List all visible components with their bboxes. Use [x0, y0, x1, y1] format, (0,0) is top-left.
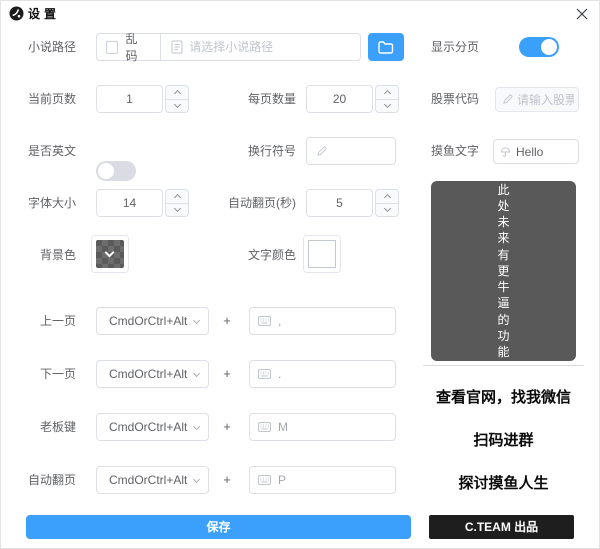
document-icon [171, 40, 183, 54]
next-page-modifier-select[interactable]: CmdOrCtrl+Alt [96, 360, 209, 388]
window-title: 设置 [28, 7, 61, 21]
chevron-down-icon [104, 247, 115, 258]
page-size-input[interactable] [306, 85, 373, 113]
font-size-label: 字体大小 [27, 196, 76, 210]
garbled-label: 乱码 [125, 32, 138, 63]
novel-path-label: 小说路径 [27, 40, 76, 54]
brand-button[interactable]: C.TEAM 出品 [429, 515, 574, 539]
prev-page-label: 上一页 [39, 314, 76, 328]
newline-symbol-field[interactable] [306, 137, 396, 165]
page-size-stepper[interactable] [375, 85, 399, 113]
transparency-checker-swatch [96, 240, 124, 268]
chevron-up-icon[interactable] [166, 86, 188, 100]
newline-symbol-input[interactable] [331, 144, 389, 158]
chevron-down-icon [192, 316, 201, 324]
keyboard-icon [258, 316, 271, 326]
boss-key-label: 老板键 [39, 420, 76, 434]
font-size-stepper[interactable] [165, 189, 189, 217]
stock-code-label: 股票代码 [431, 92, 480, 106]
auto-flip-seconds-input[interactable] [306, 189, 373, 217]
close-icon[interactable] [571, 4, 593, 24]
next-page-label: 下一页 [39, 367, 76, 381]
chevron-down-icon [192, 475, 201, 483]
next-page-key-field[interactable] [249, 360, 396, 388]
current-page-input[interactable] [96, 85, 163, 113]
is-english-toggle[interactable] [96, 161, 136, 181]
plus-separator: + [223, 472, 231, 487]
white-color-swatch [308, 240, 336, 268]
save-button[interactable]: 保存 [26, 515, 411, 539]
auto-flip-modifier-select[interactable]: CmdOrCtrl+Alt [96, 466, 209, 494]
future-features-box: 此处未来有更牛逼的功能 [431, 181, 576, 361]
modifier-value: CmdOrCtrl+Alt [109, 314, 188, 328]
pencil-icon [316, 145, 327, 157]
chevron-up-icon[interactable] [166, 190, 188, 204]
prev-page-key-field[interactable] [249, 307, 396, 335]
plus-separator: + [223, 313, 231, 328]
chevron-down-icon[interactable] [376, 100, 398, 113]
folder-icon [378, 40, 394, 54]
modifier-value: CmdOrCtrl+Alt [109, 420, 188, 434]
boss-key-key-field[interactable] [249, 413, 396, 441]
chevron-up-icon[interactable] [376, 86, 398, 100]
boss-key-modifier-select[interactable]: CmdOrCtrl+Alt [96, 413, 209, 441]
auto-flip-key-field[interactable] [249, 466, 396, 494]
prev-page-modifier-select[interactable]: CmdOrCtrl+Alt [96, 307, 209, 335]
fish-text-input[interactable] [516, 144, 574, 159]
stock-code-input[interactable] [517, 92, 574, 107]
auto-flip-seconds-label: 自动翻页(秒) [228, 196, 296, 210]
promo-line-life: 探讨摸鱼人生 [458, 475, 549, 492]
app-icon [9, 6, 24, 21]
prev-page-key-input[interactable] [278, 314, 387, 328]
auto-flip-label: 自动翻页 [27, 473, 76, 487]
umbrella-icon [500, 146, 511, 158]
font-size-input[interactable] [96, 189, 163, 217]
modifier-value: CmdOrCtrl+Alt [109, 367, 188, 381]
chevron-down-icon[interactable] [376, 204, 398, 217]
keyboard-icon [258, 422, 271, 432]
future-features-text: 此处未来有更牛逼的功能 [497, 182, 510, 359]
chevron-down-icon[interactable] [166, 204, 188, 217]
browse-folder-button[interactable] [368, 33, 404, 61]
text-color-label: 文字颜色 [247, 248, 296, 262]
boss-key-key-input[interactable] [278, 420, 387, 434]
keyboard-icon [258, 369, 271, 379]
pencil-icon [502, 94, 513, 105]
garbled-checkbox[interactable] [106, 40, 119, 54]
settings-window: 设置 小说路径 乱码 显示分页 当前页数 每页数量 股票代码 [0, 0, 600, 549]
fish-text-label: 摸鱼文字 [431, 144, 480, 158]
chevron-up-icon[interactable] [376, 190, 398, 204]
promo-line-group: 扫码进群 [473, 432, 534, 449]
stock-code-field[interactable] [495, 87, 579, 112]
background-color-picker[interactable] [91, 235, 129, 273]
auto-flip-seconds-stepper[interactable] [375, 189, 399, 217]
chevron-down-icon[interactable] [166, 100, 188, 113]
plus-separator: + [223, 366, 231, 381]
divider [423, 365, 584, 366]
page-size-label: 每页数量 [247, 92, 296, 106]
is-english-label: 是否英文 [27, 144, 76, 158]
auto-flip-key-input[interactable] [278, 473, 387, 487]
current-page-stepper[interactable] [165, 85, 189, 113]
modifier-value: CmdOrCtrl+Alt [109, 473, 188, 487]
fish-text-field[interactable] [493, 139, 579, 164]
novel-path-input[interactable] [189, 40, 361, 54]
group-divider [160, 34, 162, 60]
text-color-picker[interactable] [303, 235, 341, 273]
background-color-label: 背景色 [39, 248, 76, 262]
next-page-key-input[interactable] [278, 367, 387, 381]
novel-path-group: 乱码 [96, 32, 361, 63]
current-page-label: 当前页数 [27, 92, 76, 106]
show-pagination-toggle[interactable] [519, 37, 559, 57]
newline-symbol-label: 换行符号 [247, 144, 296, 158]
plus-separator: + [223, 419, 231, 434]
chevron-down-icon [192, 422, 201, 430]
show-pagination-label: 显示分页 [431, 40, 480, 54]
chevron-down-icon [192, 369, 201, 377]
promo-line-website: 查看官网，找我微信 [435, 389, 571, 406]
keyboard-icon [258, 475, 271, 485]
